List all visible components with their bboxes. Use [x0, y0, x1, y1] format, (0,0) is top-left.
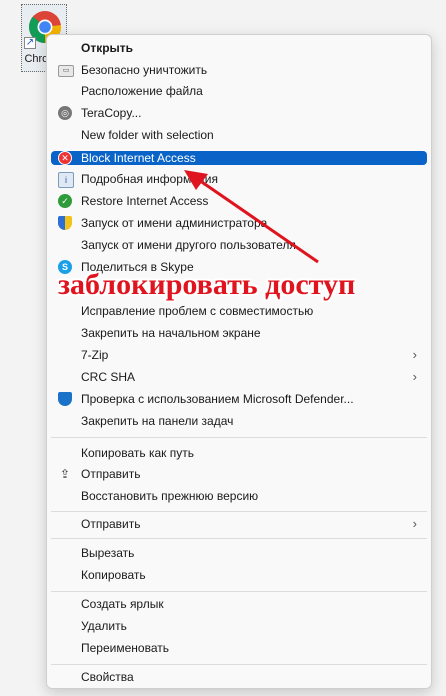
annotation-text: заблокировать доступ [58, 268, 356, 301]
annotation-arrow [184, 170, 319, 264]
